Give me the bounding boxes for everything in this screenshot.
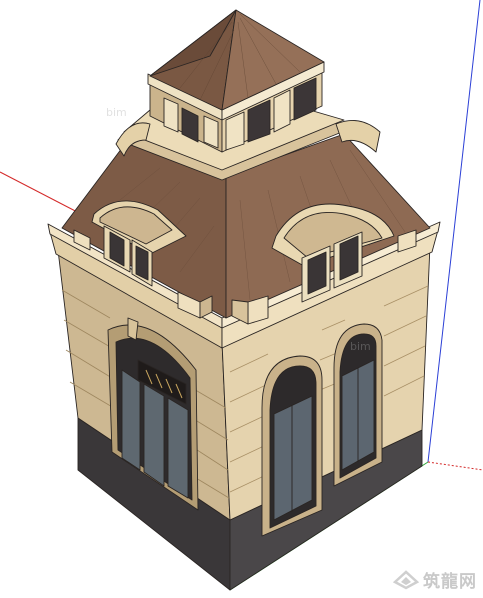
left-door-3: [167, 397, 189, 499]
right-door-1: [273, 395, 313, 521]
building: [47, 9, 441, 591]
model-canvas[interactable]: [0, 0, 483, 598]
zhulong-logo-icon: [393, 569, 419, 589]
left-keystone: [127, 317, 139, 341]
red-axis-lower: [427, 461, 483, 471]
left-door-1: [121, 369, 141, 471]
site-watermark: 筑龍网: [393, 567, 477, 592]
watermark-text: 筑龍网: [423, 572, 477, 592]
faint-watermark-2: bim: [350, 340, 371, 353]
faint-watermark-1: bim: [106, 106, 127, 119]
left-door-2: [143, 383, 165, 487]
3d-viewport[interactable]: [0, 0, 483, 598]
